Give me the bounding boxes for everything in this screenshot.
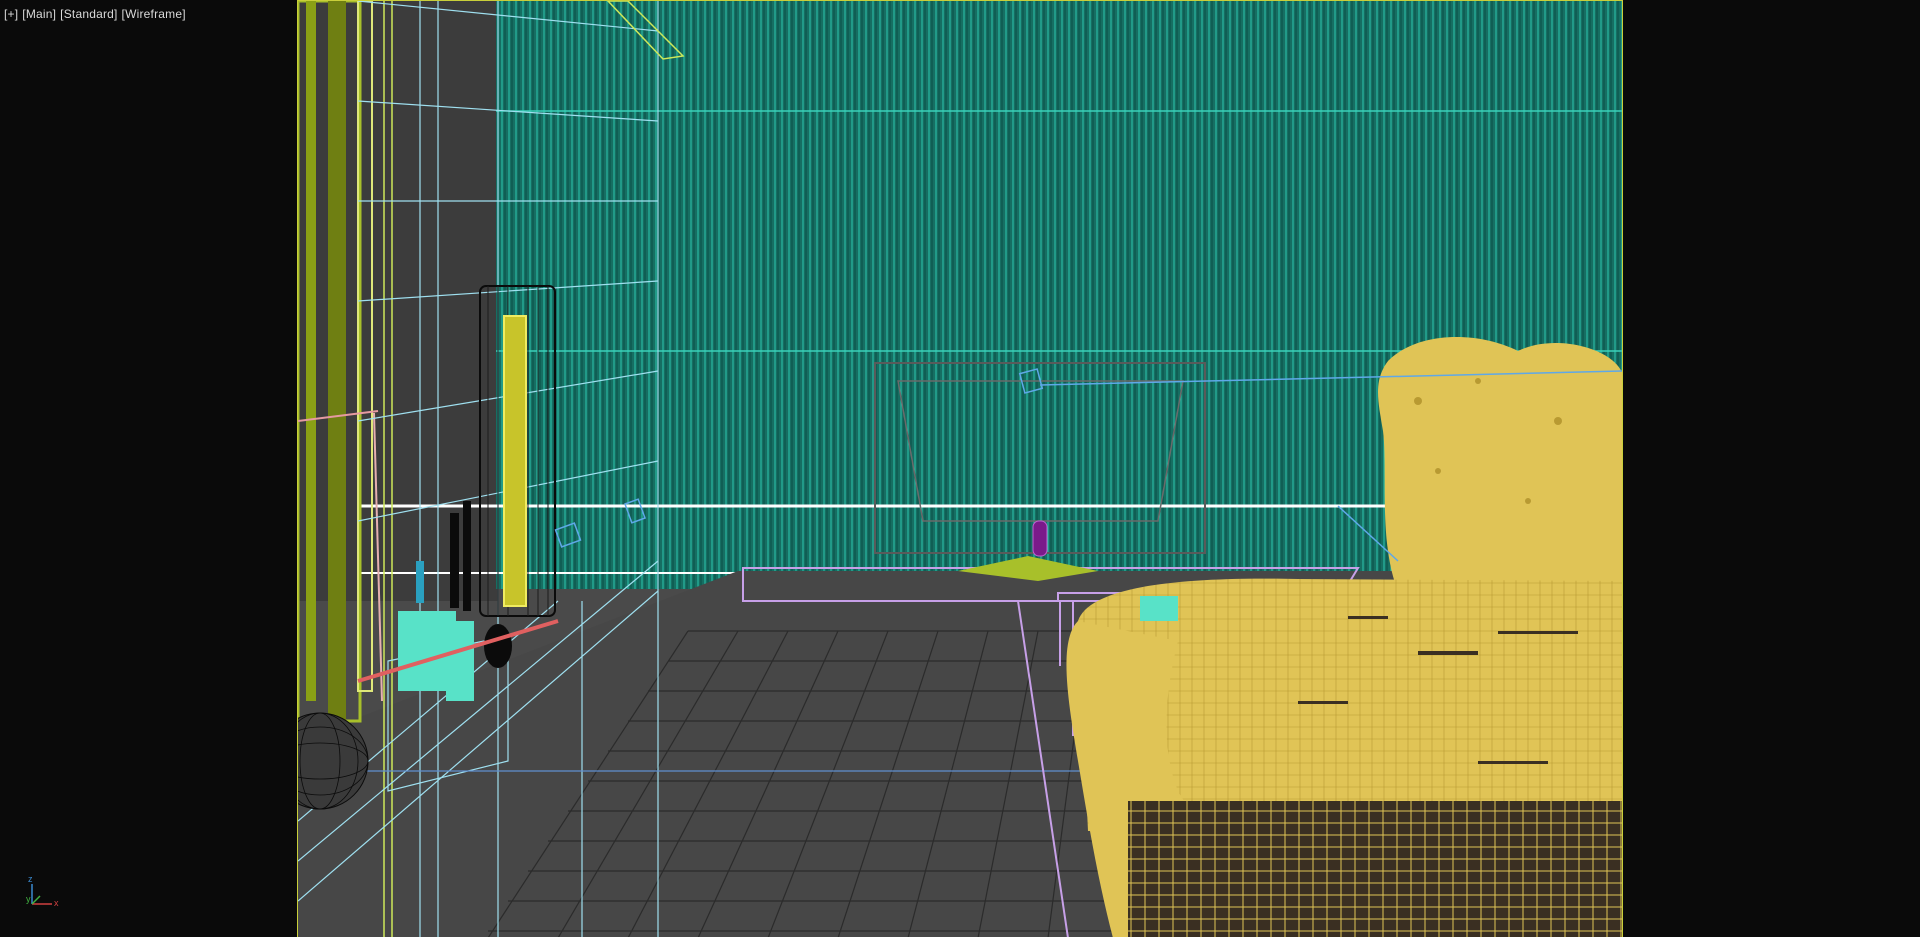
- viewport-standard-menu[interactable]: [Standard]: [60, 7, 117, 21]
- axis-label-z: z: [28, 874, 33, 884]
- viewport-shading-menu[interactable]: [Wireframe]: [122, 7, 186, 21]
- viewport-plus-menu[interactable]: [+]: [4, 7, 18, 21]
- world-axis-icon: z y x: [26, 872, 66, 917]
- viewport-point-of-view-menu[interactable]: [Main]: [22, 7, 56, 21]
- viewport-label-menu: [+] [Main] [Standard] [Wireframe]: [4, 7, 186, 21]
- axis-label-y: y: [26, 894, 31, 904]
- plant-bush: [1378, 337, 1622, 591]
- viewport-canvas[interactable]: [297, 0, 1623, 937]
- scene-wireframe: [298, 1, 1622, 937]
- axis-label-x: x: [54, 898, 59, 908]
- sofa: [1066, 578, 1622, 937]
